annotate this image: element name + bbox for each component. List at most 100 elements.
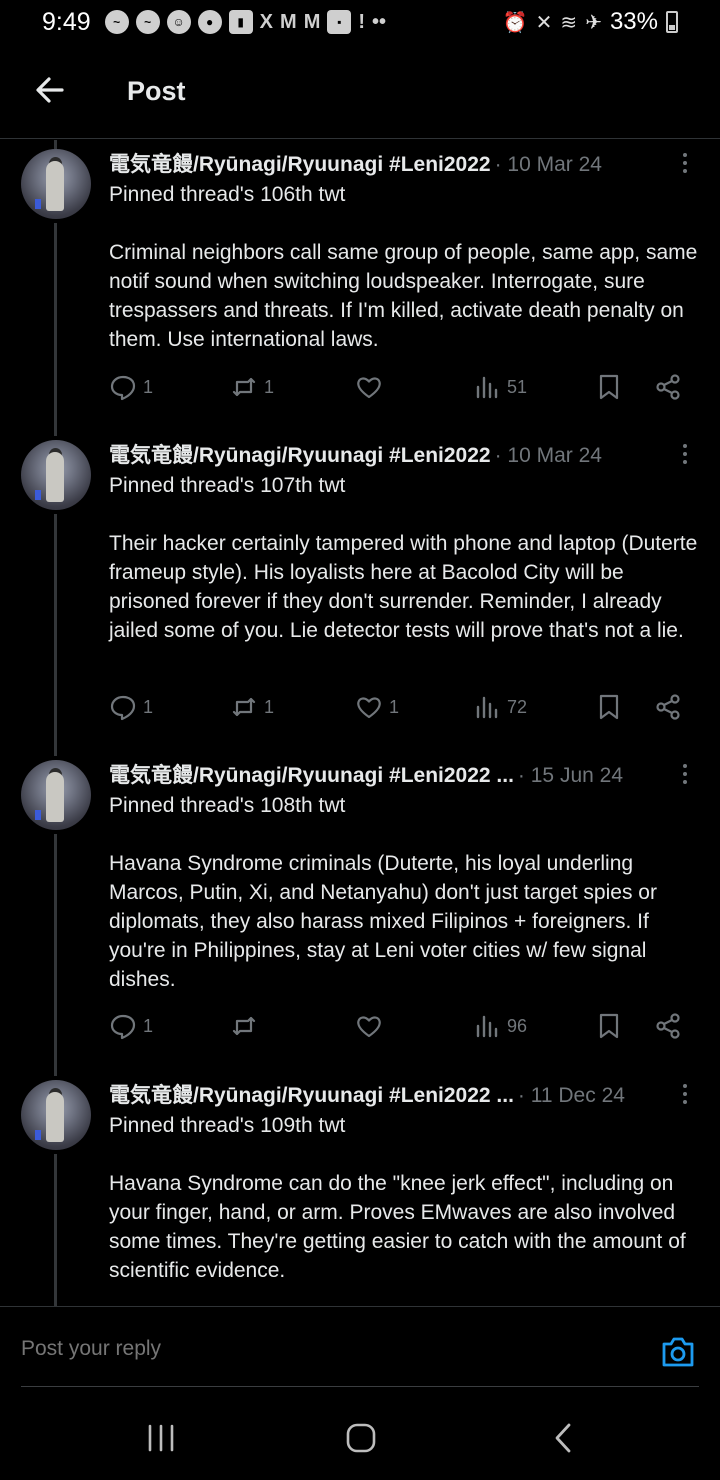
tweet-header: 電気竜饅/Ryūnagi/Ryuunagi #Leni2022 · 10 Mar…: [109, 439, 680, 469]
avatar[interactable]: [21, 760, 91, 830]
repost-button[interactable]: 1: [230, 369, 274, 405]
battery-percent: 33%: [609, 8, 658, 35]
bookmark-button[interactable]: [595, 369, 623, 405]
back-arrow-icon[interactable]: [30, 70, 70, 110]
back-icon[interactable]: [543, 1420, 583, 1456]
tweet-date: · 10 Mar 24: [494, 153, 602, 176]
views-count: 96: [507, 1015, 528, 1036]
avatar[interactable]: [21, 1080, 91, 1150]
tweet[interactable]: 電気竜饅/Ryūnagi/Ryuunagi #Leni2022 · 10 Mar…: [0, 140, 720, 431]
like-button[interactable]: [355, 1008, 389, 1044]
share-icon: [656, 374, 680, 400]
share-button[interactable]: [654, 689, 682, 725]
reddit-icon: ●: [197, 10, 222, 34]
tweet[interactable]: 電気竜饅/Ryūnagi/Ryuunagi #Leni2022 ... · 15…: [0, 751, 720, 1071]
tweet-date: · 10 Mar 24: [494, 444, 602, 467]
tweet[interactable]: 電気竜饅/Ryūnagi/Ryuunagi #Leni2022 ... · 11…: [0, 1071, 720, 1306]
alarm-icon: ⏰: [502, 11, 528, 34]
mute-icon: ✕: [535, 11, 553, 34]
bookmark-icon: [599, 374, 619, 400]
bookmark-button[interactable]: [595, 1008, 623, 1044]
reply-underline: [21, 1386, 699, 1387]
repost-count: 1: [264, 376, 275, 397]
tweet-text: Pinned thread's 107th twt Their hacker c…: [109, 474, 698, 642]
tweet-text: Pinned thread's 109th twt Havana Syndrom…: [109, 1114, 686, 1282]
repost-count: 1: [264, 696, 275, 717]
more-options-icon[interactable]: [676, 1084, 694, 1112]
tweet-actions: 1 1 51: [109, 369, 689, 405]
thread-feed[interactable]: 電気竜饅/Ryūnagi/Ryuunagi #Leni2022 · 10 Mar…: [0, 140, 720, 1306]
views-button[interactable]: 72: [473, 689, 527, 725]
avatar[interactable]: [21, 440, 91, 510]
share-icon: [656, 1013, 680, 1039]
like-button[interactable]: [355, 369, 389, 405]
author-name[interactable]: 電気竜饅/Ryūnagi/Ryuunagi #Leni2022 ...: [109, 759, 514, 789]
tweet-text: Pinned thread's 108th twt Havana Syndrom…: [109, 794, 657, 991]
battery-icon: [666, 11, 678, 33]
bookmark-icon: [599, 1013, 619, 1039]
more-options-icon[interactable]: [676, 153, 694, 181]
x-icon: X: [259, 10, 274, 33]
like-button[interactable]: 1: [355, 689, 399, 725]
gmail-icon: M: [280, 10, 297, 33]
profile-icon: ☺: [166, 10, 191, 34]
tweet[interactable]: 電気竜饅/Ryūnagi/Ryuunagi #Leni2022 · 10 Mar…: [0, 431, 720, 751]
more-notifications-icon: ••: [372, 10, 387, 33]
reply-count: 1: [143, 696, 154, 717]
messenger-icon: ~: [104, 10, 129, 34]
top-app-bar: Post: [0, 44, 720, 139]
gmail-icon: M: [303, 10, 321, 33]
tweet-date: · 15 Jun 24: [517, 764, 623, 787]
heart-icon: [357, 1016, 381, 1038]
share-button[interactable]: [654, 369, 682, 405]
reply-count: 1: [143, 376, 154, 397]
system-icons: ⏰ ✕ ≋ ✈ 33%: [503, 8, 678, 36]
home-icon[interactable]: [341, 1420, 381, 1456]
reply-input[interactable]: [21, 1337, 621, 1361]
tweet-actions: 1 96: [109, 1008, 689, 1044]
repost-button[interactable]: [230, 1008, 264, 1044]
reply-count: 1: [143, 1015, 154, 1036]
camera-icon[interactable]: [660, 1335, 696, 1369]
bookmark-icon: [599, 694, 619, 720]
tweet-header: 電気竜饅/Ryūnagi/Ryuunagi #Leni2022 ... · 15…: [109, 759, 680, 789]
more-options-icon[interactable]: [676, 764, 694, 792]
views-button[interactable]: 96: [473, 1008, 527, 1044]
views-icon: [476, 696, 498, 719]
page-title: Post: [127, 76, 186, 106]
bookmark-button[interactable]: [595, 689, 623, 725]
notification-icon: !: [358, 10, 366, 33]
messenger-icon: ~: [135, 10, 160, 34]
heart-icon: [357, 377, 381, 399]
reply-icon: [110, 1014, 136, 1040]
airplane-icon: ✈: [585, 11, 602, 34]
share-button[interactable]: [654, 1008, 682, 1044]
author-name[interactable]: 電気竜饅/Ryūnagi/Ryuunagi #Leni2022: [109, 148, 491, 178]
reply-icon: [110, 375, 136, 401]
reply-button[interactable]: 1: [109, 369, 153, 405]
heart-icon: [357, 697, 381, 719]
repost-button[interactable]: 1: [230, 689, 274, 725]
tweet-date: · 11 Dec 24: [517, 1084, 625, 1107]
repost-icon: [232, 377, 256, 397]
reply-bar: [0, 1306, 720, 1387]
author-name[interactable]: 電気竜饅/Ryūnagi/Ryuunagi #Leni2022: [109, 439, 491, 469]
twitch-icon: ▮: [228, 10, 253, 34]
views-count: 51: [507, 376, 528, 397]
views-button[interactable]: 51: [473, 369, 527, 405]
recent-apps-icon[interactable]: [141, 1420, 181, 1456]
repost-icon: [232, 697, 256, 717]
tweet-text: Pinned thread's 106th twt Criminal neigh…: [109, 183, 698, 351]
tweet-header: 電気竜饅/Ryūnagi/Ryuunagi #Leni2022 ... · 11…: [109, 1079, 680, 1109]
reply-button[interactable]: 1: [109, 689, 153, 725]
repost-icon: [232, 1016, 256, 1036]
views-icon: [476, 376, 498, 399]
avatar[interactable]: [21, 149, 91, 219]
status-time: 9:49: [42, 7, 91, 36]
like-count: 1: [389, 696, 400, 717]
share-icon: [656, 694, 680, 720]
author-name[interactable]: 電気竜饅/Ryūnagi/Ryuunagi #Leni2022 ...: [109, 1079, 514, 1109]
tweet-header: 電気竜饅/Ryūnagi/Ryuunagi #Leni2022 · 10 Mar…: [109, 148, 680, 178]
reply-button[interactable]: 1: [109, 1008, 153, 1044]
more-options-icon[interactable]: [676, 444, 694, 472]
